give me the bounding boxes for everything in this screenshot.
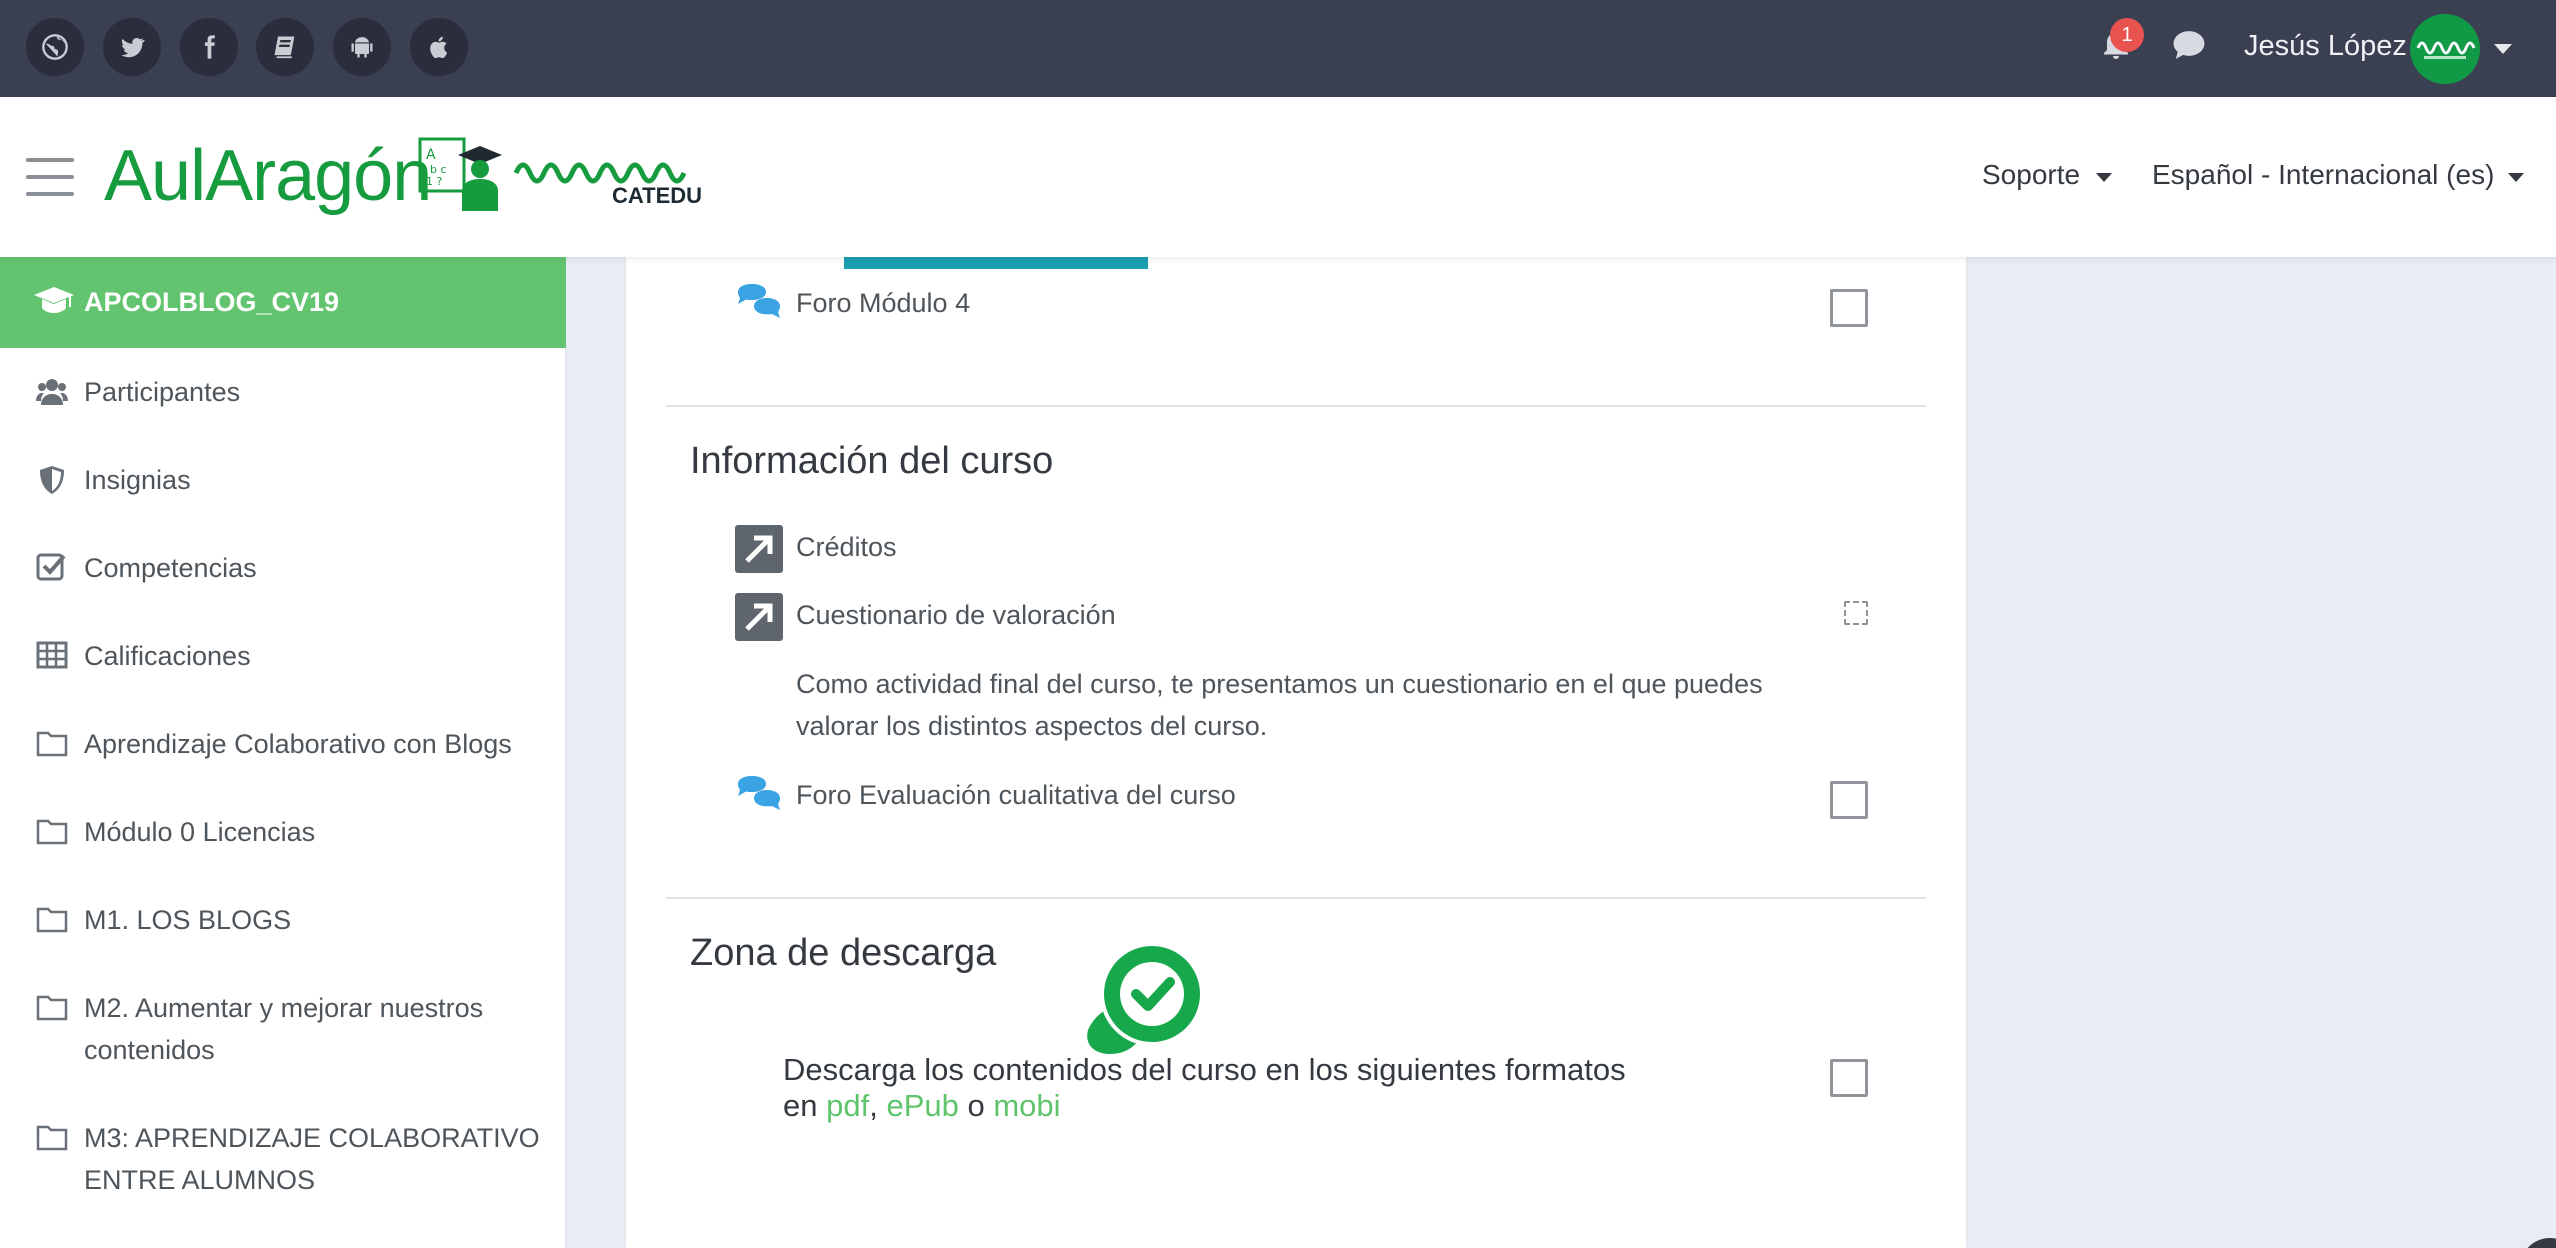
verified-pin-icon bbox=[1087, 942, 1204, 1054]
sidebar-item-competencias[interactable]: Competencias bbox=[0, 547, 566, 589]
download-description: Descarga los contenidos del curso en los… bbox=[783, 1052, 1626, 1123]
sidebar-item-m3[interactable]: M3: APRENDIZAJE COLABORATIVO ENTRE ALUMN… bbox=[0, 1117, 566, 1201]
folder-icon bbox=[36, 729, 68, 759]
sidebar-item-label: Participantes bbox=[84, 377, 241, 407]
divider bbox=[666, 405, 1926, 407]
apple-icon[interactable] bbox=[410, 18, 468, 76]
forum-icon bbox=[734, 774, 784, 824]
catedu-label: CATEDU bbox=[612, 183, 703, 208]
sidebar-item-label: Módulo 0 Licencias bbox=[84, 817, 316, 847]
sidebar-item-aprendizaje[interactable]: Aprendizaje Colaborativo con Blogs bbox=[0, 723, 566, 765]
sidebar-item-label: M1. LOS BLOGS bbox=[84, 905, 292, 935]
book-icon[interactable] bbox=[256, 18, 314, 76]
creditos-link[interactable]: Créditos bbox=[796, 532, 897, 563]
top-bar: 1 Jesús López bbox=[0, 0, 2556, 97]
forum-module4-link[interactable]: Foro Módulo 4 bbox=[796, 288, 970, 319]
notification-badge: 1 bbox=[2110, 18, 2144, 52]
pdf-link[interactable]: pdf bbox=[826, 1088, 869, 1123]
completion-checkbox[interactable] bbox=[1830, 1059, 1868, 1097]
forum-eval-link[interactable]: Foro Evaluación cualitativa del curso bbox=[796, 780, 1236, 811]
sidebar-item-label: Calificaciones bbox=[84, 641, 251, 671]
sidebar-item-label: M2. Aumentar y mejorar nuestros contenid… bbox=[84, 993, 484, 1065]
sidebar-item-m1[interactable]: M1. LOS BLOGS bbox=[0, 899, 566, 941]
chat-icon[interactable] bbox=[2170, 28, 2210, 64]
completion-checkbox[interactable] bbox=[1830, 781, 1868, 819]
support-menu[interactable]: Soporte bbox=[1982, 159, 2080, 191]
sidebar: APCOLBLOG_CV19 Participantes Insignias C… bbox=[0, 257, 566, 1248]
scroll-indicator bbox=[844, 257, 1148, 269]
user-name[interactable]: Jesús López bbox=[2244, 30, 2407, 63]
folder-icon bbox=[36, 993, 68, 1023]
avatar[interactable] bbox=[2410, 14, 2480, 84]
graduation-cap-icon bbox=[34, 287, 74, 313]
shield-icon bbox=[36, 465, 68, 495]
sidebar-item-m2[interactable]: M2. Aumentar y mejorar nuestros contenid… bbox=[0, 987, 566, 1071]
facebook-icon[interactable] bbox=[180, 18, 238, 76]
completion-auto-checkbox bbox=[1844, 601, 1868, 625]
support-caret-icon[interactable] bbox=[2096, 173, 2112, 182]
svg-text:1 ?: 1 ? bbox=[426, 175, 442, 188]
graduate-logo-icon: A b c 1 ? bbox=[418, 137, 502, 211]
section-title-info: Información del curso bbox=[690, 440, 1054, 482]
users-icon bbox=[36, 377, 68, 407]
folder-icon bbox=[36, 1123, 68, 1153]
download-o: o bbox=[967, 1088, 985, 1123]
sidebar-item-modulo0[interactable]: Módulo 0 Licencias bbox=[0, 811, 566, 853]
sidebar-item-label: APCOLBLOG_CV19 bbox=[84, 287, 340, 317]
sidebar-item-calificaciones[interactable]: Calificaciones bbox=[0, 635, 566, 677]
android-icon[interactable] bbox=[333, 18, 391, 76]
url-icon bbox=[734, 592, 784, 642]
logo[interactable]: AulAragón bbox=[104, 135, 432, 217]
table-icon bbox=[36, 641, 68, 671]
svg-text:A: A bbox=[426, 147, 436, 163]
url-icon bbox=[734, 524, 784, 574]
sidebar-item-participantes[interactable]: Participantes bbox=[0, 371, 566, 413]
sidebar-item-insignias[interactable]: Insignias bbox=[0, 459, 566, 501]
sidebar-item-label: Competencias bbox=[84, 553, 257, 583]
sidebar-item-label: Insignias bbox=[84, 465, 191, 495]
menu-icon[interactable] bbox=[26, 158, 74, 196]
globe-icon[interactable] bbox=[26, 18, 84, 76]
download-line1: Descarga los contenidos del curso en los… bbox=[783, 1052, 1626, 1087]
language-menu[interactable]: Español - Internacional (es) bbox=[2152, 159, 2494, 191]
sidebar-item-label: Aprendizaje Colaborativo con Blogs bbox=[84, 729, 512, 759]
cuestionario-description: Como actividad final del curso, te prese… bbox=[796, 669, 1763, 741]
sidebar-item-course[interactable]: APCOLBLOG_CV19 bbox=[0, 257, 566, 348]
forum-icon bbox=[734, 282, 784, 332]
section-title-download: Zona de descarga bbox=[690, 932, 997, 974]
checkbox-icon bbox=[36, 551, 68, 581]
language-caret-icon[interactable] bbox=[2508, 173, 2524, 182]
sidebar-item-label: M3: APRENDIZAJE COLABORATIVO ENTRE ALUMN… bbox=[84, 1123, 540, 1195]
completion-checkbox[interactable] bbox=[1830, 289, 1868, 327]
epub-link[interactable]: ePub bbox=[886, 1088, 958, 1123]
cuestionario-link[interactable]: Cuestionario de valoración bbox=[796, 600, 1116, 631]
scroll-to-top-button[interactable] bbox=[2520, 1238, 2556, 1248]
folder-icon bbox=[36, 905, 68, 935]
divider bbox=[666, 897, 1926, 899]
folder-icon bbox=[36, 817, 68, 847]
user-menu-caret-icon[interactable] bbox=[2494, 44, 2512, 54]
download-en: en bbox=[783, 1088, 818, 1123]
mobi-link[interactable]: mobi bbox=[993, 1088, 1060, 1123]
site-header: AulAragón A b c 1 ? CATEDU Soporte Españ… bbox=[0, 97, 2556, 257]
twitter-icon[interactable] bbox=[103, 18, 161, 76]
